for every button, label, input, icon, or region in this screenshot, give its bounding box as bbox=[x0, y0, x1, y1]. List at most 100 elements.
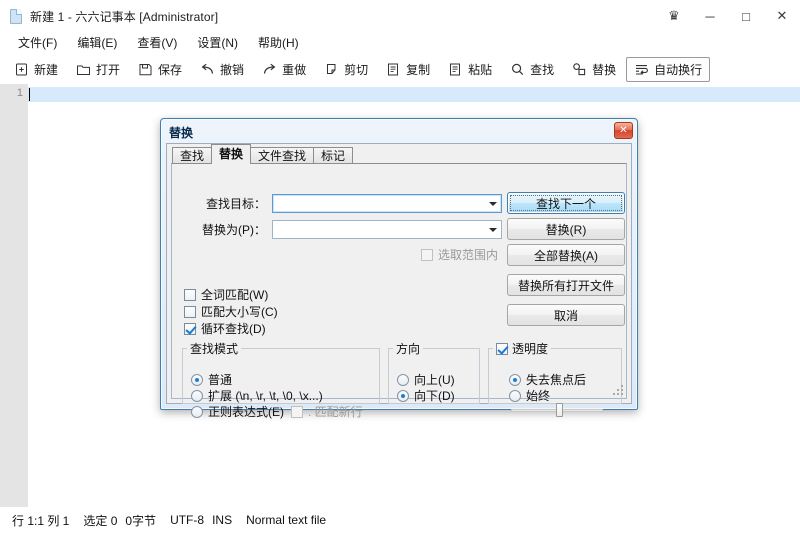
menu-settings[interactable]: 设置(N) bbox=[187, 33, 248, 53]
line-number-gutter: 1 bbox=[0, 84, 28, 507]
radio-dot bbox=[397, 373, 409, 386]
replace-button[interactable]: 替换(R) bbox=[507, 218, 625, 240]
radio-dot bbox=[191, 405, 203, 418]
redo-arrow-icon bbox=[262, 62, 277, 77]
toolbar-button-redo[interactable]: 重做 bbox=[254, 57, 314, 82]
in-selection-label: 选取范围内 bbox=[438, 248, 499, 262]
replace-with-combo[interactable] bbox=[272, 220, 502, 239]
tab-find[interactable]: 查找 bbox=[172, 147, 213, 164]
menu-file[interactable]: 文件(F) bbox=[8, 33, 67, 53]
radio-dot bbox=[509, 373, 521, 386]
find-next-button[interactable]: 查找下一个 bbox=[507, 192, 625, 214]
paste-icon bbox=[448, 62, 463, 77]
radio-dot bbox=[509, 389, 521, 402]
tab-replace[interactable]: 替换 bbox=[211, 144, 252, 164]
toolbar-button-replace[interactable]: 替换 bbox=[564, 57, 624, 82]
checkbox-box bbox=[291, 405, 303, 418]
matches-newline-label: . 匹配新行 bbox=[308, 405, 363, 419]
direction-legend: 方向 bbox=[396, 342, 421, 356]
toolbar-label-word-wrap: 自动换行 bbox=[654, 62, 703, 77]
dialog-title: 替换 bbox=[169, 125, 194, 140]
toolbar-button-word-wrap[interactable]: 自动换行 bbox=[626, 56, 711, 82]
transparency-legend-label: 透明度 bbox=[512, 342, 549, 356]
direction-up-radio[interactable]: 向上(U) bbox=[397, 371, 455, 388]
mode-normal-radio[interactable]: 普通 bbox=[191, 371, 232, 388]
match-whole-word-label: 全词匹配(W) bbox=[201, 288, 269, 302]
match-whole-word-checkbox[interactable]: 全词匹配(W) bbox=[184, 286, 268, 303]
menu-help[interactable]: 帮助(H) bbox=[248, 33, 309, 53]
status-selection: 选定 0 bbox=[83, 513, 118, 528]
chevron-down-icon[interactable] bbox=[484, 221, 501, 238]
window-controls: ♛ ─ □ ✕ bbox=[656, 0, 800, 32]
tab-mark[interactable]: 标记 bbox=[313, 147, 354, 164]
mode-extended-label: 扩展 (\n, \r, \t, \0, \x...) bbox=[208, 389, 323, 403]
toolbar-button-paste[interactable]: 粘贴 bbox=[440, 57, 500, 82]
toolbar: 新建 打开 保存 撤销 重做 剪切 复制 粘贴 查找 替换 自动换行 bbox=[0, 54, 800, 84]
window-title: 新建 1 - 六六记事本 [Administrator] bbox=[30, 9, 219, 24]
checkbox-box bbox=[184, 322, 196, 335]
toolbar-label-cut: 剪切 bbox=[344, 62, 369, 77]
menu-edit[interactable]: 编辑(E) bbox=[67, 33, 127, 53]
chevron-down-icon[interactable] bbox=[484, 195, 501, 212]
in-selection-checkbox[interactable]: 选取范围内 bbox=[421, 246, 498, 263]
find-what-combo[interactable] bbox=[272, 194, 502, 213]
toolbar-button-copy[interactable]: 复制 bbox=[378, 57, 438, 82]
replace-all-button[interactable]: 全部替换(A) bbox=[507, 244, 625, 266]
toolbar-button-find[interactable]: 查找 bbox=[502, 57, 562, 82]
toolbar-label-save: 保存 bbox=[158, 62, 183, 77]
toolbar-label-redo: 重做 bbox=[282, 62, 307, 77]
slider-thumb[interactable] bbox=[555, 403, 563, 417]
text-caret bbox=[29, 88, 30, 101]
mode-extended-radio[interactable]: 扩展 (\n, \r, \t, \0, \x...) bbox=[191, 387, 323, 404]
tab-find-in-files[interactable]: 文件查找 bbox=[250, 147, 315, 164]
toolbar-label-new: 新建 bbox=[34, 62, 59, 77]
resize-grip[interactable] bbox=[611, 383, 623, 395]
radio-dot bbox=[397, 389, 409, 402]
direction-down-radio[interactable]: 向下(D) bbox=[397, 387, 455, 404]
replace-with-label: 替换为(P)： bbox=[202, 223, 266, 237]
transparency-group: 透明度 失去焦点后 始终 bbox=[488, 340, 622, 417]
cancel-button[interactable]: 取消 bbox=[507, 304, 625, 326]
close-button[interactable]: ✕ bbox=[764, 0, 800, 32]
pin-button[interactable]: ♛ bbox=[656, 0, 692, 32]
toolbar-button-save[interactable]: 保存 bbox=[130, 57, 190, 82]
transparency-on-losing-focus-radio[interactable]: 失去焦点后 bbox=[509, 371, 586, 388]
direction-down-label: 向下(D) bbox=[414, 389, 455, 403]
maximize-button[interactable]: □ bbox=[728, 0, 764, 32]
radio-dot bbox=[191, 389, 203, 402]
toolbar-label-copy: 复制 bbox=[406, 62, 431, 77]
toolbar-button-new[interactable]: 新建 bbox=[6, 57, 66, 82]
search-mode-legend: 查找模式 bbox=[190, 342, 239, 356]
transparency-legend[interactable]: 透明度 bbox=[493, 340, 551, 357]
document-icon bbox=[8, 8, 24, 24]
matches-newline-checkbox[interactable]: . 匹配新行 bbox=[291, 403, 363, 420]
toolbar-button-open[interactable]: 打开 bbox=[68, 57, 128, 82]
minimize-button[interactable]: ─ bbox=[692, 0, 728, 32]
dialog-tabs: 查找 替换 文件查找 标记 bbox=[167, 144, 631, 164]
status-file-type: Normal text file bbox=[246, 513, 327, 527]
toolbar-button-cut[interactable]: 剪切 bbox=[316, 57, 376, 82]
menu-view[interactable]: 查看(V) bbox=[127, 33, 187, 53]
toolbar-label-find: 查找 bbox=[530, 62, 555, 77]
match-case-label: 匹配大小写(C) bbox=[201, 305, 278, 319]
transparency-enable-checkbox[interactable] bbox=[496, 342, 508, 355]
dialog-title-bar[interactable]: 替换 ✕ bbox=[164, 122, 634, 142]
toolbar-button-undo[interactable]: 撤销 bbox=[192, 57, 252, 82]
status-bar: 行 1:1 列 1 选定 0 0字节 UTF-8 INS Normal text… bbox=[0, 507, 800, 533]
mode-regex-label: 正则表达式(E) bbox=[208, 405, 284, 419]
match-case-checkbox[interactable]: 匹配大小写(C) bbox=[184, 303, 278, 320]
dialog-close-button[interactable]: ✕ bbox=[614, 122, 633, 139]
word-wrap-icon bbox=[634, 62, 649, 77]
status-bytes: 0字节 bbox=[125, 513, 157, 528]
toolbar-label-replace: 替换 bbox=[592, 62, 617, 77]
transparency-slider[interactable] bbox=[511, 403, 603, 417]
mode-regex-radio[interactable]: 正则表达式(E) bbox=[191, 403, 284, 420]
checkbox-box bbox=[184, 305, 196, 318]
status-caret-position: 行 1:1 列 1 bbox=[12, 513, 70, 528]
transparency-always-radio[interactable]: 始终 bbox=[509, 387, 550, 404]
wrap-around-checkbox[interactable]: 循环查找(D) bbox=[184, 320, 266, 337]
toolbar-label-paste: 粘贴 bbox=[468, 62, 493, 77]
direction-up-label: 向上(U) bbox=[414, 373, 455, 387]
replace-dialog: 替换 ✕ 查找 替换 文件查找 标记 查找目标： 替换为(P)： 选取范围内 查… bbox=[160, 118, 638, 419]
replace-all-opened-files-button[interactable]: 替换所有打开文件 bbox=[507, 274, 625, 296]
